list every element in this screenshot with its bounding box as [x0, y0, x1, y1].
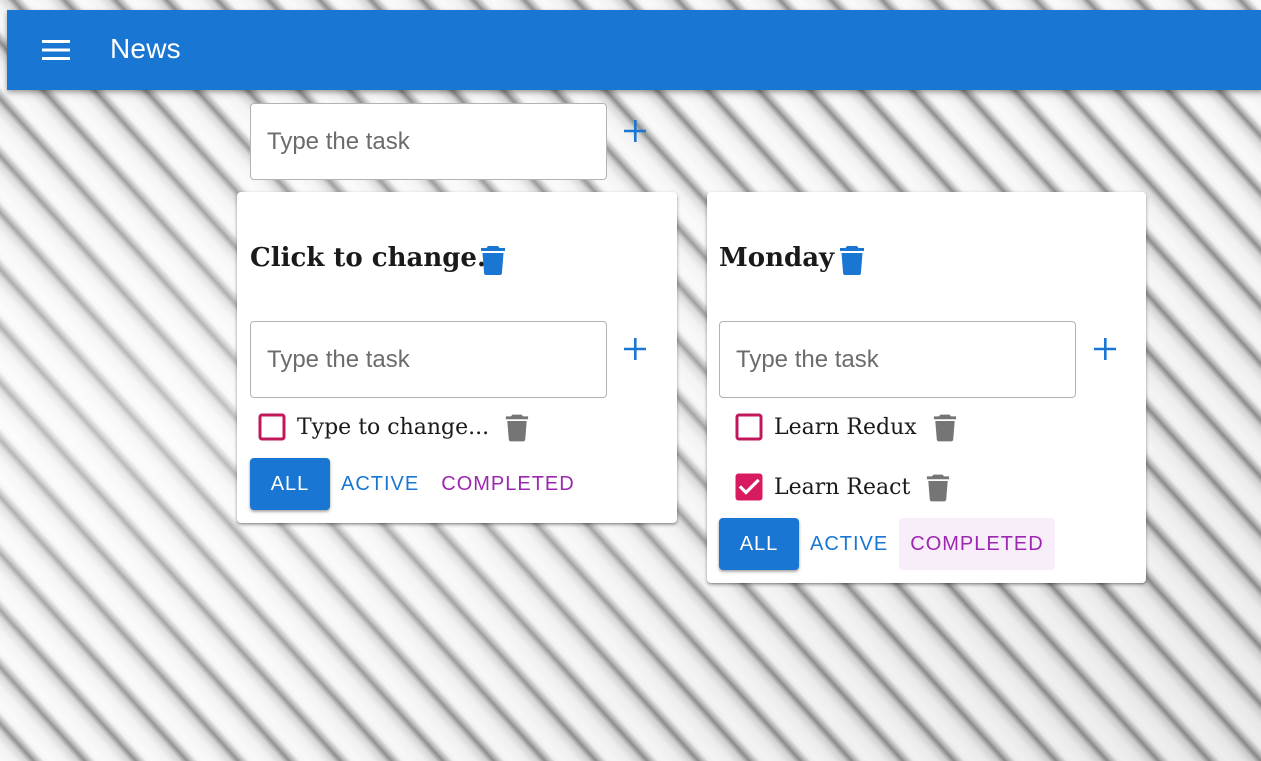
task-checkbox[interactable] — [727, 405, 771, 449]
todolist-card: Click to change... Type to change... ALL… — [237, 192, 677, 523]
plus-icon — [1094, 338, 1116, 360]
checkbox-unchecked-icon — [258, 413, 286, 441]
filter-all-button[interactable]: ALL — [250, 458, 330, 510]
delete-list-button[interactable] — [834, 242, 870, 278]
task-item: Learn React — [727, 465, 956, 509]
filter-completed-button[interactable]: COMPLETED — [899, 518, 1055, 570]
plus-icon — [624, 338, 646, 360]
filter-completed-button[interactable]: COMPLETED — [430, 458, 585, 510]
task-label[interactable]: Type to change... — [297, 415, 489, 440]
plus-icon — [624, 120, 646, 142]
task-field[interactable] — [719, 321, 1076, 398]
delete-task-button[interactable] — [927, 409, 963, 445]
task-item: Learn Redux — [727, 405, 963, 449]
todolist-title[interactable]: Click to change... — [250, 240, 504, 276]
delete-task-button[interactable] — [499, 409, 535, 445]
new-list-field[interactable] — [250, 103, 607, 180]
add-task-button[interactable] — [613, 327, 657, 371]
filter-active-button[interactable]: ACTIVE — [330, 458, 430, 510]
add-list-button[interactable] — [613, 109, 657, 153]
menu-button[interactable] — [32, 32, 80, 68]
checkbox-checked-icon — [735, 473, 763, 501]
trash-icon — [481, 246, 505, 275]
filter-buttons: ALL ACTIVE COMPLETED — [250, 458, 586, 510]
filter-active-button[interactable]: ACTIVE — [799, 518, 899, 570]
filter-buttons: ALL ACTIVE COMPLETED — [719, 518, 1055, 570]
add-task-button[interactable] — [1083, 327, 1127, 371]
task-field[interactable] — [250, 321, 607, 398]
filter-all-button[interactable]: ALL — [719, 518, 799, 570]
app-title: News — [110, 33, 181, 64]
new-list-input[interactable] — [251, 104, 606, 179]
checkbox-unchecked-icon — [735, 413, 763, 441]
task-label[interactable]: Learn Redux — [774, 415, 917, 440]
trash-icon — [506, 414, 529, 441]
todolist-card: Monday Learn Redux — [707, 192, 1146, 583]
task-input[interactable] — [251, 322, 606, 397]
task-item: Type to change... — [250, 405, 535, 449]
menu-icon — [42, 40, 70, 60]
task-input[interactable] — [720, 322, 1075, 397]
app-bar: News — [7, 10, 1261, 90]
task-label[interactable]: Learn React — [774, 475, 910, 500]
task-checkbox[interactable] — [727, 465, 771, 509]
delete-list-button[interactable] — [475, 242, 511, 278]
trash-icon — [927, 474, 950, 501]
task-checkbox[interactable] — [250, 405, 294, 449]
delete-task-button[interactable] — [920, 469, 956, 505]
trash-icon — [933, 414, 956, 441]
todolist-title[interactable]: Monday — [719, 240, 834, 276]
trash-icon — [840, 246, 864, 275]
